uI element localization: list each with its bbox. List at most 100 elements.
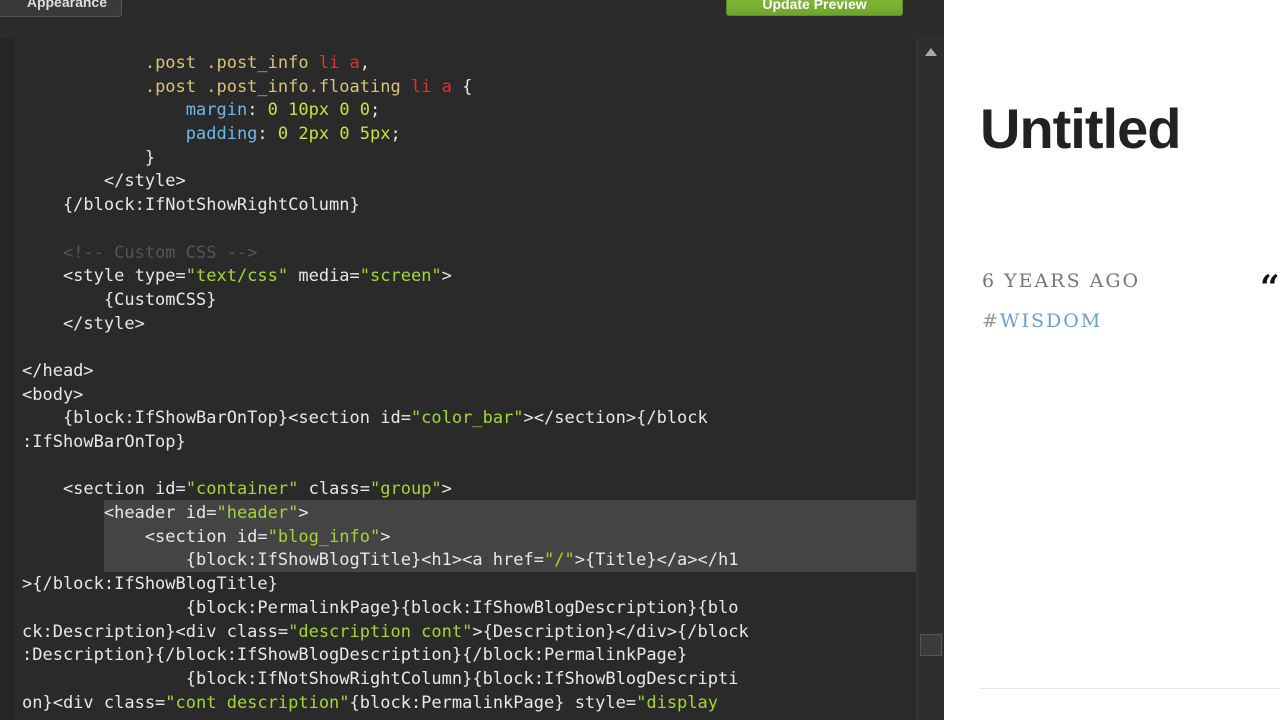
code-line[interactable] [22, 218, 912, 242]
code-token: <section id= [22, 479, 186, 500]
code-line[interactable]: {block:IfNotShowRightColumn}{block:IfSho… [22, 668, 912, 692]
code-line[interactable]: margin: 0 10px 0 0; [22, 99, 912, 123]
code-line[interactable]: <section id="container" class="group"> [22, 478, 912, 502]
update-preview-button[interactable]: Update Preview [726, 0, 903, 16]
code-token: > [380, 526, 391, 547]
code-token: <!-- Custom CSS --> [62, 242, 258, 263]
code-line[interactable]: {block:PermalinkPage}{block:IfShowBlogDe… [22, 597, 912, 621]
code-token: ; [390, 124, 401, 145]
code-token: , [359, 53, 371, 73]
code-token: "color_bar" [410, 408, 524, 429]
code-line[interactable]: </style> [22, 170, 912, 194]
code-line[interactable]: <header id="header"> [22, 502, 912, 526]
code-token: : [247, 100, 268, 121]
code-token: > [298, 503, 309, 524]
code-line[interactable]: {block:IfShowBarOnTop}<section id="color… [22, 407, 912, 431]
code-line[interactable]: <style type="text/css" media="screen"> [22, 265, 912, 289]
code-token: li a [410, 76, 452, 97]
code-token: 0 2px 0 5px [277, 124, 391, 145]
editor-gutter [0, 38, 14, 720]
editor-toolbar: Appearance Update Preview [0, 0, 944, 38]
code-token: on}<div class= [22, 692, 166, 713]
code-line[interactable]: {CustomCSS} [22, 289, 912, 313]
tag-label: WISDOM [999, 310, 1103, 332]
code-token: <section id= [22, 526, 268, 547]
code-token: "cont description" [165, 692, 350, 713]
code-token: "description cont" [288, 621, 473, 642]
post-date[interactable]: 6 YEARS AGO [982, 270, 1140, 292]
code-editor[interactable]: .post .post_info li a, .post .post_info.… [0, 38, 916, 720]
code-token: {block:IfNotShowRightColumn}{block:IfSho… [22, 668, 739, 689]
code-token: ></section>{/block [523, 408, 708, 429]
code-token: li a [318, 53, 360, 73]
scroll-up-arrow-icon[interactable] [925, 48, 937, 56]
code-token: >{/block:IfShowBlogTitle} [22, 574, 278, 595]
code-token: {block:PermalinkPage} style= [349, 692, 637, 713]
code-line[interactable]: :Description}{/block:IfShowBlogDescripti… [22, 644, 912, 668]
code-token: ; [370, 100, 381, 121]
code-line[interactable]: {block:IfShowBlogTitle}<h1><a href="/">{… [22, 549, 912, 573]
code-token: media= [288, 266, 360, 287]
code-line[interactable]: ck:Description}<div class="description c… [22, 621, 912, 645]
code-token: margin [185, 100, 248, 121]
code-token: .post .post_info.floating [144, 76, 411, 97]
code-line[interactable]: } [22, 147, 912, 171]
code-token: "text/css" [185, 266, 289, 287]
code-line[interactable]: .post .post_info.floating li a { [22, 76, 912, 100]
code-token: </style> [22, 171, 186, 192]
code-line[interactable]: {/block:IfNotShowRightColumn} [22, 194, 912, 218]
scroll-thumb[interactable] [920, 634, 942, 656]
code-line[interactable]: <!-- Custom CSS --> [22, 242, 912, 266]
code-line[interactable]: </head> [22, 360, 912, 384]
code-token: >{Description}</div>{/block [472, 621, 749, 642]
code-token: </head> [22, 360, 94, 381]
post-tag[interactable]: #WISDOM [982, 310, 1102, 332]
tag-hash: # [982, 310, 1000, 332]
code-line[interactable]: on}<div class="cont description"{block:P… [22, 692, 912, 716]
code-token: <style type= [22, 266, 186, 287]
appearance-button[interactable]: Appearance [0, 0, 122, 17]
code-token: {block:PermalinkPage}{block:IfShowBlogDe… [22, 597, 739, 618]
divider [980, 688, 1280, 689]
code-token: padding [185, 124, 258, 145]
code-token: <body> [22, 384, 84, 405]
blog-preview-pane: Untitled 6 YEARS AGO #WISDOM “ [944, 0, 1280, 720]
code-token: {block:IfShowBarOnTop}<section id= [22, 408, 411, 429]
code-token: >{Title}</a></h1 [574, 550, 739, 571]
code-token: > [441, 479, 452, 500]
code-token: "blog_info" [267, 526, 381, 547]
code-token: "/" [543, 550, 575, 571]
code-token: </style> [22, 313, 145, 334]
code-token: "header" [216, 503, 299, 524]
code-token: "group" [370, 479, 442, 500]
code-line[interactable] [22, 336, 912, 360]
code-token: :IfShowBarOnTop} [22, 432, 186, 452]
code-token: : [257, 124, 278, 145]
code-token: {/block:IfNotShowRightColumn} [22, 195, 360, 216]
code-line[interactable] [22, 455, 912, 479]
code-line[interactable]: <section id="blog_info"> [22, 526, 912, 550]
code-line[interactable]: :IfShowBarOnTop} [22, 431, 912, 455]
code-line[interactable]: .post .post_info li a, [22, 52, 912, 76]
code-token: 0 10px 0 0 [267, 100, 371, 121]
code-token: ck:Description}<div class= [22, 621, 289, 642]
code-line[interactable]: </style> [22, 313, 912, 337]
code-line[interactable]: padding: 0 2px 0 5px; [22, 123, 912, 147]
code-content[interactable]: .post .post_info li a, .post .post_info.… [22, 52, 912, 715]
code-token: {block:IfShowBlogTitle}<h1><a href= [22, 550, 544, 571]
editor-scrollbar[interactable] [916, 38, 944, 720]
code-token: "container" [185, 479, 299, 500]
blog-title[interactable]: Untitled [980, 96, 1181, 161]
code-token: "screen" [359, 266, 442, 287]
code-line[interactable]: >{/block:IfShowBlogTitle} [22, 573, 912, 597]
code-line[interactable]: <body> [22, 384, 912, 408]
code-token: > [441, 266, 452, 287]
code-token: .post .post_info [144, 53, 319, 73]
code-token: { [451, 76, 473, 97]
code-token: <header id= [22, 503, 217, 524]
